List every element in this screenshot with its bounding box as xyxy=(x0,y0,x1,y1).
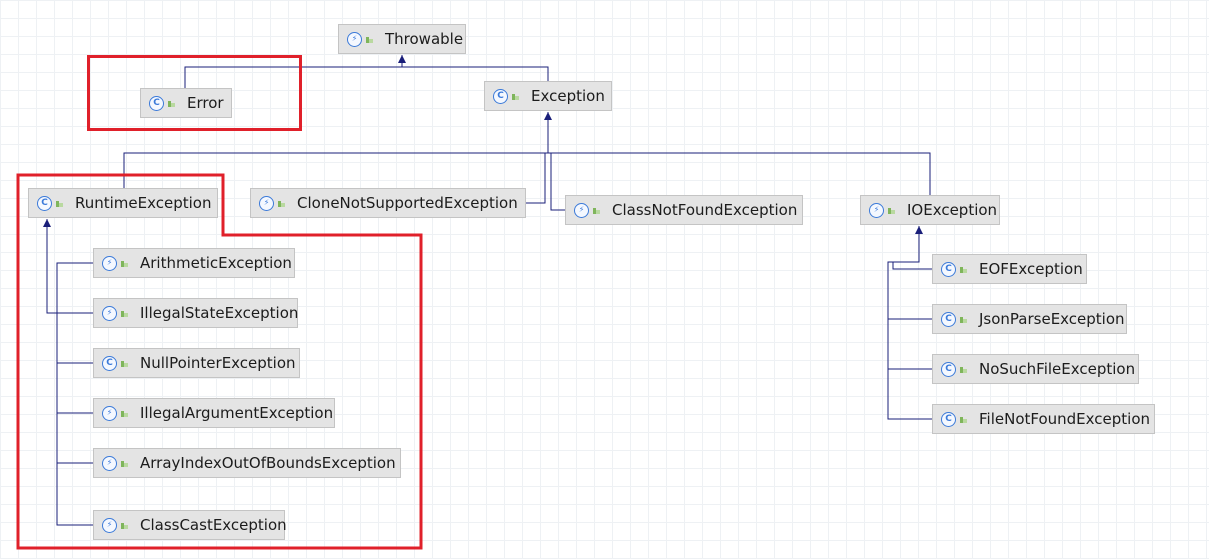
class-node-label: ClassNotFoundException xyxy=(612,201,798,219)
class-node-illegalargument[interactable]: ⚡ IllegalArgumentException xyxy=(93,398,335,428)
edge-classcast-to-runtime xyxy=(46,219,93,526)
class-node-label: IllegalStateException xyxy=(140,304,299,322)
inheritance-arrowhead xyxy=(544,112,552,120)
class-node-label: Throwable xyxy=(385,30,464,48)
leaf-icon xyxy=(960,265,967,274)
abstract-class-icon: ⚡ xyxy=(574,202,589,218)
leaf-icon xyxy=(960,365,967,374)
class-node-label: Error xyxy=(187,94,224,112)
class-node-classcast[interactable]: ⚡ ClassCastException xyxy=(93,510,287,540)
leaf-icon xyxy=(168,99,175,108)
class-node-label: FileNotFoundException xyxy=(979,410,1151,428)
leaf-icon xyxy=(960,415,967,424)
class-node-classnotfound[interactable]: ⚡ ClassNotFoundException xyxy=(565,195,803,225)
inheritance-arrowhead xyxy=(915,226,923,234)
abstract-class-icon: ⚡ xyxy=(102,405,117,421)
class-node-label: IOException xyxy=(907,201,998,219)
leaf-icon xyxy=(121,459,128,468)
class-node-label: ArrayIndexOutOfBoundsException xyxy=(140,454,396,472)
edge-jsonparse-to-ioexception xyxy=(887,226,932,320)
class-icon: C xyxy=(493,88,508,104)
abstract-class-icon: ⚡ xyxy=(102,255,117,271)
class-icon: C xyxy=(941,311,956,327)
leaf-icon xyxy=(512,92,519,101)
class-node-runtime[interactable]: C RuntimeException xyxy=(28,188,218,218)
class-node-label: JsonParseException xyxy=(979,310,1125,328)
class-hierarchy-diagram: ⚡ Throwable C Error C Exception C RuntimeExcept… xyxy=(0,0,1209,559)
edge-eof-to-ioexception xyxy=(892,226,932,270)
edge-nosuchfile-to-ioexception xyxy=(887,226,932,370)
edge-filenotfound-to-ioexception xyxy=(887,226,932,420)
class-node-label: CloneNotSupportedException xyxy=(297,194,518,212)
leaf-icon xyxy=(121,359,128,368)
class-node-label: IllegalArgumentException xyxy=(140,404,334,422)
class-node-error[interactable]: C Error xyxy=(140,88,232,118)
leaf-icon xyxy=(121,259,128,268)
inheritance-arrowhead xyxy=(43,219,51,227)
class-node-label: NoSuchFileException xyxy=(979,360,1136,378)
abstract-class-icon: ⚡ xyxy=(102,305,117,321)
class-node-ioexception[interactable]: ⚡ IOException xyxy=(860,195,1000,225)
class-node-exception[interactable]: C Exception xyxy=(484,81,612,111)
class-node-filenotfound[interactable]: C FileNotFoundException xyxy=(932,404,1155,434)
edge-ioexception-to-exception xyxy=(547,112,931,195)
edge-runtime-to-exception xyxy=(123,112,549,188)
edge-arithmetic-to-runtime xyxy=(46,219,93,314)
abstract-class-icon: ⚡ xyxy=(102,517,117,533)
leaf-icon xyxy=(960,315,967,324)
edge-classnotfound-to-exception xyxy=(547,112,565,211)
class-icon: C xyxy=(102,355,117,371)
edge-illegalargument-to-runtime xyxy=(46,219,93,414)
class-node-throwable[interactable]: ⚡ Throwable xyxy=(338,24,466,54)
edge-illegalstate-to-runtime xyxy=(46,219,93,314)
class-node-eof[interactable]: C EOFException xyxy=(932,254,1087,284)
edge-clonenotsupported-to-exception xyxy=(526,112,549,204)
class-node-nosuchfile[interactable]: C NoSuchFileException xyxy=(932,354,1139,384)
class-node-jsonparse[interactable]: C JsonParseException xyxy=(932,304,1127,334)
class-node-arithmetic[interactable]: ⚡ ArithmeticException xyxy=(93,248,295,278)
leaf-icon xyxy=(121,521,128,530)
leaf-icon xyxy=(366,35,373,44)
abstract-class-icon: ⚡ xyxy=(347,31,362,47)
class-icon: C xyxy=(941,411,956,427)
abstract-class-icon: ⚡ xyxy=(259,195,274,211)
leaf-icon xyxy=(278,199,285,208)
leaf-icon xyxy=(593,206,600,215)
edge-error-to-throwable xyxy=(184,55,403,88)
inheritance-arrowhead xyxy=(398,55,406,63)
class-node-label: NullPointerException xyxy=(140,354,296,372)
leaf-icon xyxy=(56,199,63,208)
class-icon: C xyxy=(941,361,956,377)
edge-nullpointer-to-runtime xyxy=(46,219,93,364)
edge-arrayindex-to-runtime xyxy=(46,219,93,464)
class-node-label: RuntimeException xyxy=(75,194,212,212)
class-icon: C xyxy=(149,95,164,111)
class-node-illegalstate[interactable]: ⚡ IllegalStateException xyxy=(93,298,298,328)
class-node-arrayindex[interactable]: ⚡ ArrayIndexOutOfBoundsException xyxy=(93,448,401,478)
abstract-class-icon: ⚡ xyxy=(102,455,117,471)
class-node-nullpointer[interactable]: C NullPointerException xyxy=(93,348,300,378)
leaf-icon xyxy=(121,309,128,318)
class-node-label: Exception xyxy=(531,87,605,105)
abstract-class-icon: ⚡ xyxy=(869,202,884,218)
class-icon: C xyxy=(941,261,956,277)
edge-exception-to-throwable xyxy=(401,55,549,81)
class-node-label: ClassCastException xyxy=(140,516,287,534)
leaf-icon xyxy=(121,409,128,418)
class-node-label: EOFException xyxy=(979,260,1083,278)
class-node-clonenotsupported[interactable]: ⚡ CloneNotSupportedException xyxy=(250,188,526,218)
leaf-icon xyxy=(888,206,895,215)
class-node-label: ArithmeticException xyxy=(140,254,292,272)
class-icon: C xyxy=(37,195,52,211)
